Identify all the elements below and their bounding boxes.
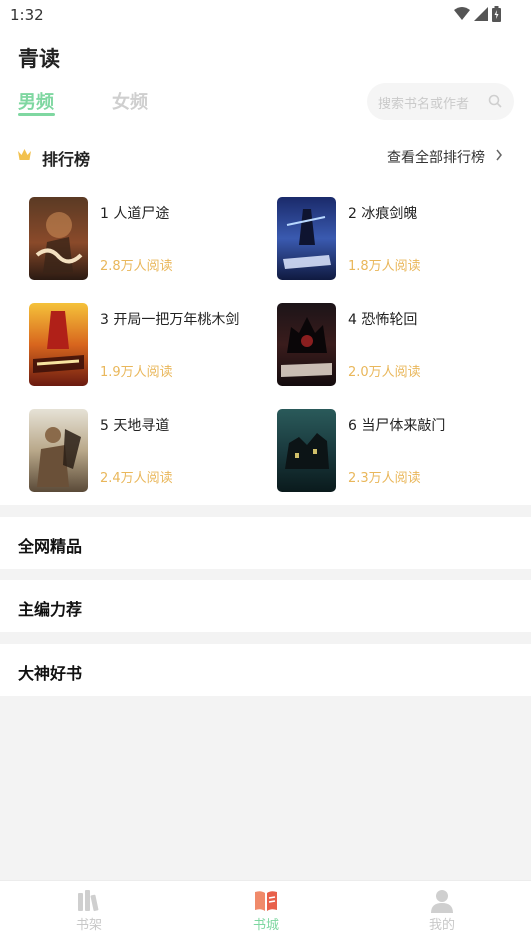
book-title-6: 6 当尸体来敲门 bbox=[348, 418, 446, 434]
profile-icon bbox=[431, 890, 453, 913]
ranking-header: 排行榜 查看全部排行榜 bbox=[0, 140, 531, 172]
search-box[interactable]: 搜索书名或作者 bbox=[367, 83, 514, 120]
status-time: 1:32 bbox=[10, 6, 44, 24]
search-icon bbox=[488, 94, 502, 108]
book-readers-6: 2.3万人阅读 bbox=[348, 471, 421, 486]
book-card-2[interactable]: 2 冰痕剑魄 1.8万人阅读 bbox=[277, 197, 517, 282]
book-card-4[interactable]: 4 恐怖轮回 2.0万人阅读 bbox=[277, 303, 517, 388]
chevron-right-icon[interactable] bbox=[495, 149, 503, 161]
nav-profile[interactable]: 我的 bbox=[402, 889, 482, 933]
book-readers-3: 1.9万人阅读 bbox=[100, 365, 173, 380]
book-card-1[interactable]: 1 人道尸途 2.8万人阅读 bbox=[29, 197, 269, 282]
tab-female[interactable]: 女频 bbox=[112, 88, 148, 114]
book-cover-1[interactable] bbox=[29, 197, 88, 280]
book-card-6[interactable]: 6 当尸体来敲门 2.3万人阅读 bbox=[277, 409, 517, 494]
book-title-1: 1 人道尸途 bbox=[100, 206, 170, 222]
signal-icon bbox=[474, 7, 488, 21]
book-readers-4: 2.0万人阅读 bbox=[348, 365, 421, 380]
status-icons bbox=[454, 6, 501, 22]
view-all-rankings-link[interactable]: 查看全部排行榜 bbox=[387, 147, 485, 167]
search-placeholder: 搜索书名或作者 bbox=[378, 97, 470, 112]
section-title: 大神好书 bbox=[18, 664, 83, 683]
book-card-3[interactable]: 3 开局一把万年桃木剑 1.9万人阅读 bbox=[29, 303, 269, 388]
book-readers-5: 2.4万人阅读 bbox=[100, 471, 173, 486]
nav-bookstore[interactable]: 书城 bbox=[226, 889, 306, 933]
bookshelf-icon bbox=[78, 890, 99, 912]
section-top-authors[interactable]: 大神好书 bbox=[0, 644, 531, 696]
section-quality-picks[interactable]: 全网精品 bbox=[0, 517, 531, 569]
bookstore-icon bbox=[255, 891, 277, 911]
book-readers-2: 1.8万人阅读 bbox=[348, 259, 421, 274]
section-editor-recommend[interactable]: 主编力荐 bbox=[0, 580, 531, 632]
book-title-2: 2 冰痕剑魄 bbox=[348, 206, 418, 222]
book-cover-5[interactable] bbox=[29, 409, 88, 492]
nav-bookshelf[interactable]: 书架 bbox=[49, 889, 129, 933]
nav-label: 书城 bbox=[252, 918, 279, 933]
book-cover-3[interactable] bbox=[29, 303, 88, 386]
bottom-nav: 书架 书城 我的 bbox=[0, 880, 531, 946]
main-panel: 1:32 青读 男频 女频 搜索书名或作者 排行榜 查看全部排行榜 1 人道尸途… bbox=[0, 0, 531, 505]
crown-icon bbox=[18, 149, 31, 160]
book-card-5[interactable]: 5 天地寻道 2.4万人阅读 bbox=[29, 409, 269, 494]
status-bar: 1:32 bbox=[0, 0, 531, 30]
book-cover-2[interactable] bbox=[277, 197, 336, 280]
book-cover-6[interactable] bbox=[277, 409, 336, 492]
book-readers-1: 2.8万人阅读 bbox=[100, 259, 173, 274]
battery-icon bbox=[492, 6, 501, 22]
section-title: 全网精品 bbox=[18, 537, 83, 556]
wifi-icon bbox=[454, 7, 470, 20]
tab-active-indicator bbox=[18, 113, 55, 116]
book-title-4: 4 恐怖轮回 bbox=[348, 312, 418, 328]
ranking-title: 排行榜 bbox=[42, 150, 91, 169]
section-title: 主编力荐 bbox=[18, 600, 83, 619]
nav-label: 我的 bbox=[428, 918, 455, 933]
tab-male[interactable]: 男频 bbox=[18, 88, 54, 114]
book-title-3: 3 开局一把万年桃木剑 bbox=[100, 312, 240, 328]
nav-label: 书架 bbox=[75, 918, 102, 933]
app-title: 青读 bbox=[18, 47, 60, 71]
book-cover-4[interactable] bbox=[277, 303, 336, 386]
book-title-5: 5 天地寻道 bbox=[100, 418, 170, 434]
